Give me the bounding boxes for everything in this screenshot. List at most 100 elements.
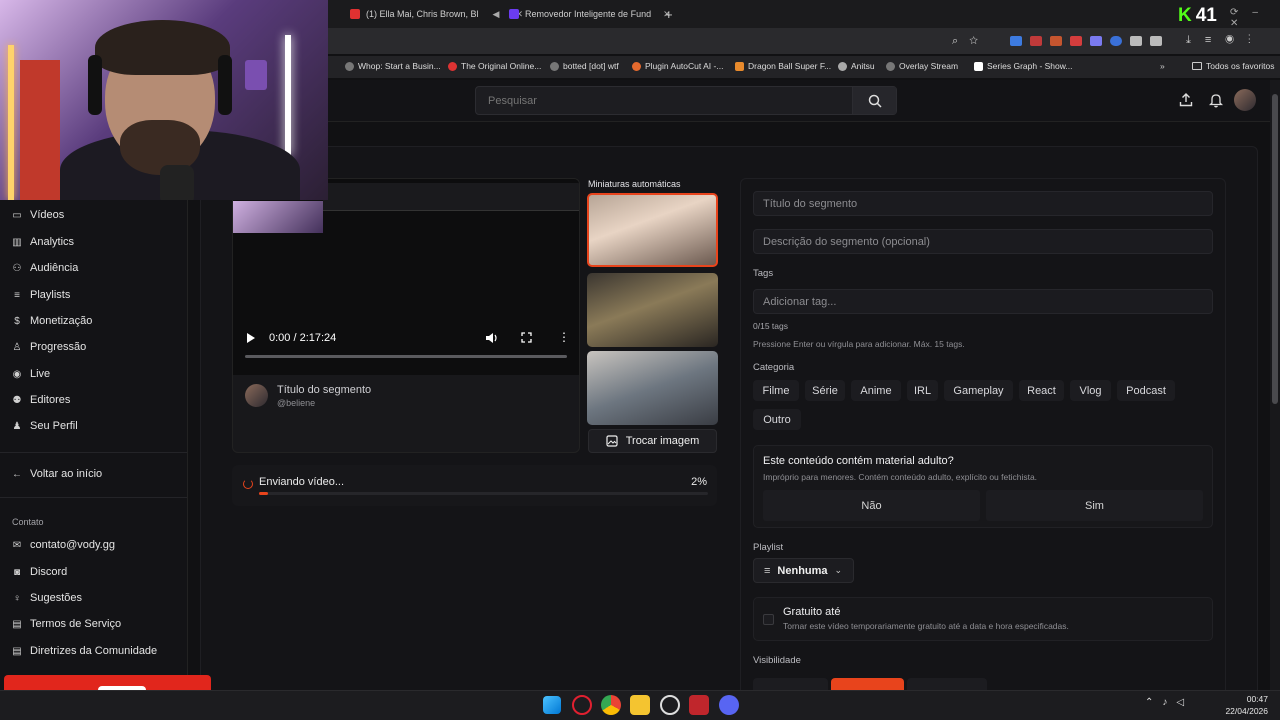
- address-actions[interactable]: ⌕☆: [952, 35, 989, 48]
- fullscreen-icon[interactable]: [521, 332, 532, 343]
- system-tray-icons[interactable]: ⌃♪◁: [1145, 697, 1193, 708]
- chart-icon: ▥: [12, 236, 22, 248]
- sidebar-item-editores[interactable]: ⚉ Editores: [12, 394, 71, 406]
- sidebar-item-perfil[interactable]: ♟ Seu Perfil: [12, 420, 78, 432]
- category-label: Categoria: [753, 362, 795, 373]
- search-input[interactable]: [476, 87, 852, 114]
- adult-hint: Impróprio para menores. Contém conteúdo …: [763, 472, 1038, 482]
- video-time: 0:00 / 2:17:24: [269, 332, 337, 344]
- tab-youtube[interactable]: (1) Ella Mai, Chris Brown, Bl ◀ ✕: [350, 4, 523, 24]
- free-until-hint: Tornar este vídeo temporariamente gratui…: [783, 621, 1069, 631]
- contact-suggestions-link[interactable]: ♀ Sugestões: [12, 592, 82, 604]
- sidebar-item-playlists[interactable]: ≡ Playlists: [12, 289, 70, 301]
- bookmark[interactable]: The Original Online...: [448, 61, 541, 71]
- video-player[interactable]: 0:00 / 2:17:24 ⋮: [233, 179, 579, 375]
- upload-icon[interactable]: [1179, 93, 1193, 107]
- segment-description-input[interactable]: [753, 229, 1213, 254]
- category-chip-vlog[interactable]: Vlog: [1070, 380, 1111, 401]
- video-seek-bar[interactable]: [245, 355, 567, 358]
- more-options-icon[interactable]: ⋮: [558, 330, 570, 344]
- dollar-icon: $: [14, 315, 20, 327]
- bookmark[interactable]: Series Graph - Show...: [974, 61, 1073, 71]
- playlist-icon: ≡: [14, 289, 20, 301]
- bookmark[interactable]: Whop: Start a Busin...: [345, 61, 441, 71]
- volume-icon[interactable]: [485, 332, 498, 344]
- windows-start-icon[interactable]: [543, 696, 561, 714]
- category-chip-filme[interactable]: Filme: [753, 380, 799, 401]
- tags-input[interactable]: [753, 289, 1213, 314]
- category-chip-podcast[interactable]: Podcast: [1117, 380, 1175, 401]
- app-icon[interactable]: [660, 695, 680, 715]
- sidebar-item-videos[interactable]: ▭ Vídeos: [12, 209, 64, 221]
- adult-no-button[interactable]: Não: [763, 490, 980, 521]
- extension-icon[interactable]: [1030, 36, 1042, 46]
- bookmarks-folder[interactable]: Todos os favoritos: [1192, 61, 1275, 71]
- contact-email-link[interactable]: ✉ contato@vody.gg: [12, 539, 115, 551]
- thumbnail-option[interactable]: [587, 273, 718, 347]
- play-icon[interactable]: [246, 332, 256, 344]
- change-image-button[interactable]: Trocar imagem: [588, 429, 717, 453]
- category-chip-outro[interactable]: Outro: [753, 409, 801, 430]
- extension-icon[interactable]: [1050, 36, 1062, 46]
- bookmark[interactable]: Anitsu: [838, 61, 875, 71]
- sidebar-item-live[interactable]: ◉ Live: [12, 368, 51, 380]
- segment-title-input[interactable]: [753, 191, 1213, 216]
- arrow-left-icon: ←: [12, 468, 22, 480]
- visibility-option-selected[interactable]: [831, 678, 904, 690]
- sidebar-item-monetizacao[interactable]: $ Monetização: [12, 315, 92, 327]
- bell-icon[interactable]: [1209, 93, 1223, 108]
- window-controls[interactable]: ⟳–✕: [1230, 7, 1280, 29]
- opera-icon[interactable]: [572, 695, 592, 715]
- playlist-select[interactable]: ≡ Nenhuma ⌄: [753, 558, 854, 583]
- playlist-label: Playlist: [753, 542, 784, 553]
- visibility-option[interactable]: [753, 678, 828, 690]
- search-button[interactable]: [852, 87, 896, 114]
- category-chip-gameplay[interactable]: Gameplay: [944, 380, 1013, 401]
- sidebar-item-audiencia[interactable]: ⚇ Audiência: [12, 262, 79, 274]
- bookmark[interactable]: Plugin AutoCut AI -...: [632, 61, 723, 71]
- scrollbar-thumb[interactable]: [1272, 94, 1278, 404]
- back-to-home-link[interactable]: ← Voltar ao início: [12, 468, 102, 480]
- chrome-icon[interactable]: [601, 695, 621, 715]
- adult-yes-button[interactable]: Sim: [986, 490, 1203, 521]
- sidebar-item-analytics[interactable]: ▥ Analytics: [12, 236, 74, 248]
- more-bookmarks-icon[interactable]: »: [1160, 61, 1165, 71]
- bookmark[interactable]: botted [dot] wtf: [550, 61, 619, 71]
- extension-icon[interactable]: [1110, 36, 1122, 46]
- page-scrollbar[interactable]: [1270, 80, 1280, 690]
- category-chip-irl[interactable]: IRL: [907, 380, 938, 401]
- avatar[interactable]: [1234, 89, 1256, 111]
- folder-icon[interactable]: [630, 695, 650, 715]
- visibility-option[interactable]: [907, 678, 987, 690]
- contact-terms-link[interactable]: ▤ Termos de Serviço: [12, 618, 121, 630]
- free-until-checkbox[interactable]: [763, 614, 774, 625]
- chair-left: [20, 60, 60, 200]
- browser-menu-icons[interactable]: ⤓≡◉⋮: [1186, 34, 1265, 47]
- thumbnail-option-selected[interactable]: [587, 193, 718, 267]
- new-tab-button[interactable]: +: [665, 4, 673, 24]
- sidebar-item-label: Editores: [30, 394, 71, 406]
- app-icon[interactable]: [689, 695, 709, 715]
- bookmark[interactable]: Overlay Stream: [886, 61, 958, 71]
- extension-icon[interactable]: [1070, 36, 1082, 46]
- extensions-puzzle-icon[interactable]: [1150, 36, 1162, 46]
- discord-icon[interactable]: [719, 695, 739, 715]
- category-chip-serie[interactable]: Série: [805, 380, 845, 401]
- document-icon: ▤: [12, 645, 22, 657]
- category-chip-react[interactable]: React: [1019, 380, 1064, 401]
- tab-removedor[interactable]: Removedor Inteligente de Fund ✕: [509, 4, 671, 24]
- thumbnail-option[interactable]: [587, 351, 718, 425]
- trophy-icon: ♙: [12, 341, 22, 353]
- contact-discord-link[interactable]: ◙ Discord: [12, 566, 67, 578]
- sidebar-item-progressao[interactable]: ♙ Progressão: [12, 341, 87, 353]
- extension-icon[interactable]: [1090, 36, 1102, 46]
- tab-title: (1) Ella Mai, Chris Brown, Bl: [366, 9, 479, 19]
- contact-guidelines-link[interactable]: ▤ Diretrizes da Comunidade: [12, 645, 157, 657]
- speaker-icon[interactable]: ◀: [493, 9, 500, 20]
- contact-heading: Contato: [12, 517, 44, 527]
- bookmark[interactable]: Dragon Ball Super F...: [735, 61, 831, 71]
- category-chip-anime[interactable]: Anime: [851, 380, 901, 401]
- tags-count: 0/15 tags: [753, 321, 788, 331]
- extension-icon[interactable]: [1010, 36, 1022, 46]
- extension-icon[interactable]: [1130, 36, 1142, 46]
